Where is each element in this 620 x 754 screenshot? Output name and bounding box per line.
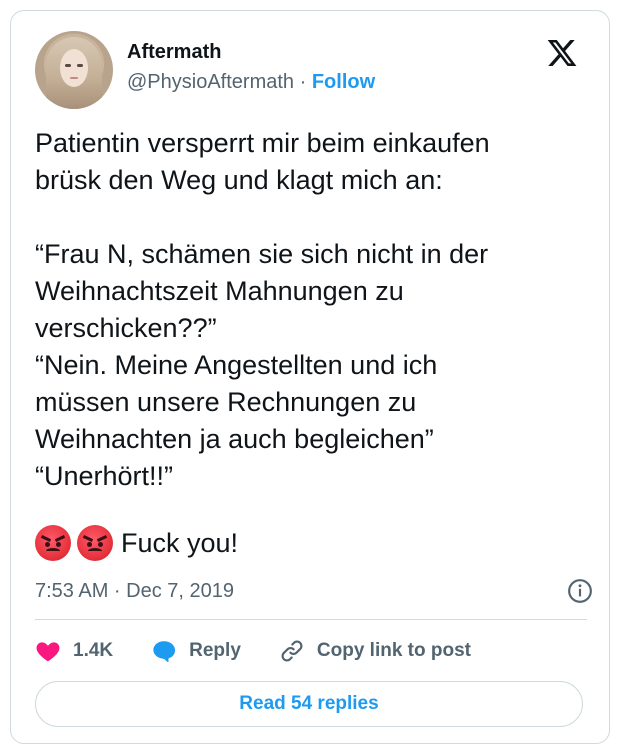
reply-button[interactable]: Reply <box>151 638 241 664</box>
reply-label: Reply <box>189 640 241 661</box>
timestamp-row: 7:53 AM · Dec 7, 2019 <box>35 577 595 607</box>
read-replies-button[interactable]: Read 54 replies <box>35 681 583 727</box>
info-icon[interactable] <box>567 578 593 604</box>
like-button[interactable]: 1.4K <box>35 638 113 664</box>
tweet-card: Aftermath @PhysioAftermath · Follow Pati… <box>10 10 610 744</box>
copy-link-button[interactable]: Copy link to post <box>279 638 471 664</box>
x-logo-icon[interactable] <box>545 37 579 69</box>
tweet-tail-text: Fuck you! <box>121 527 239 558</box>
follow-button[interactable]: Follow <box>312 71 375 93</box>
emoji-line: Fuck you! <box>35 523 238 563</box>
action-bar: 1.4K Reply Copy link to post <box>35 631 509 671</box>
heart-icon <box>36 642 60 662</box>
author-name[interactable]: Aftermath <box>127 41 221 64</box>
angry-face-icon <box>77 525 113 561</box>
link-icon <box>281 640 303 662</box>
tweet-header: Aftermath @PhysioAftermath · Follow <box>35 31 589 111</box>
reply-bubble-icon <box>153 641 176 663</box>
separator: · <box>299 71 307 93</box>
tweet-text: Patientin versperrt mir beim einkaufen b… <box>35 128 490 491</box>
like-count: 1.4K <box>73 640 114 661</box>
copy-link-label: Copy link to post <box>316 640 471 661</box>
angry-face-icon <box>35 525 71 561</box>
avatar[interactable] <box>35 31 113 109</box>
timestamp[interactable]: 7:53 AM · Dec 7, 2019 <box>35 580 234 602</box>
author-handle-row: @PhysioAftermath · Follow <box>127 71 375 94</box>
divider <box>35 619 587 620</box>
author-handle[interactable]: @PhysioAftermath <box>127 71 294 93</box>
